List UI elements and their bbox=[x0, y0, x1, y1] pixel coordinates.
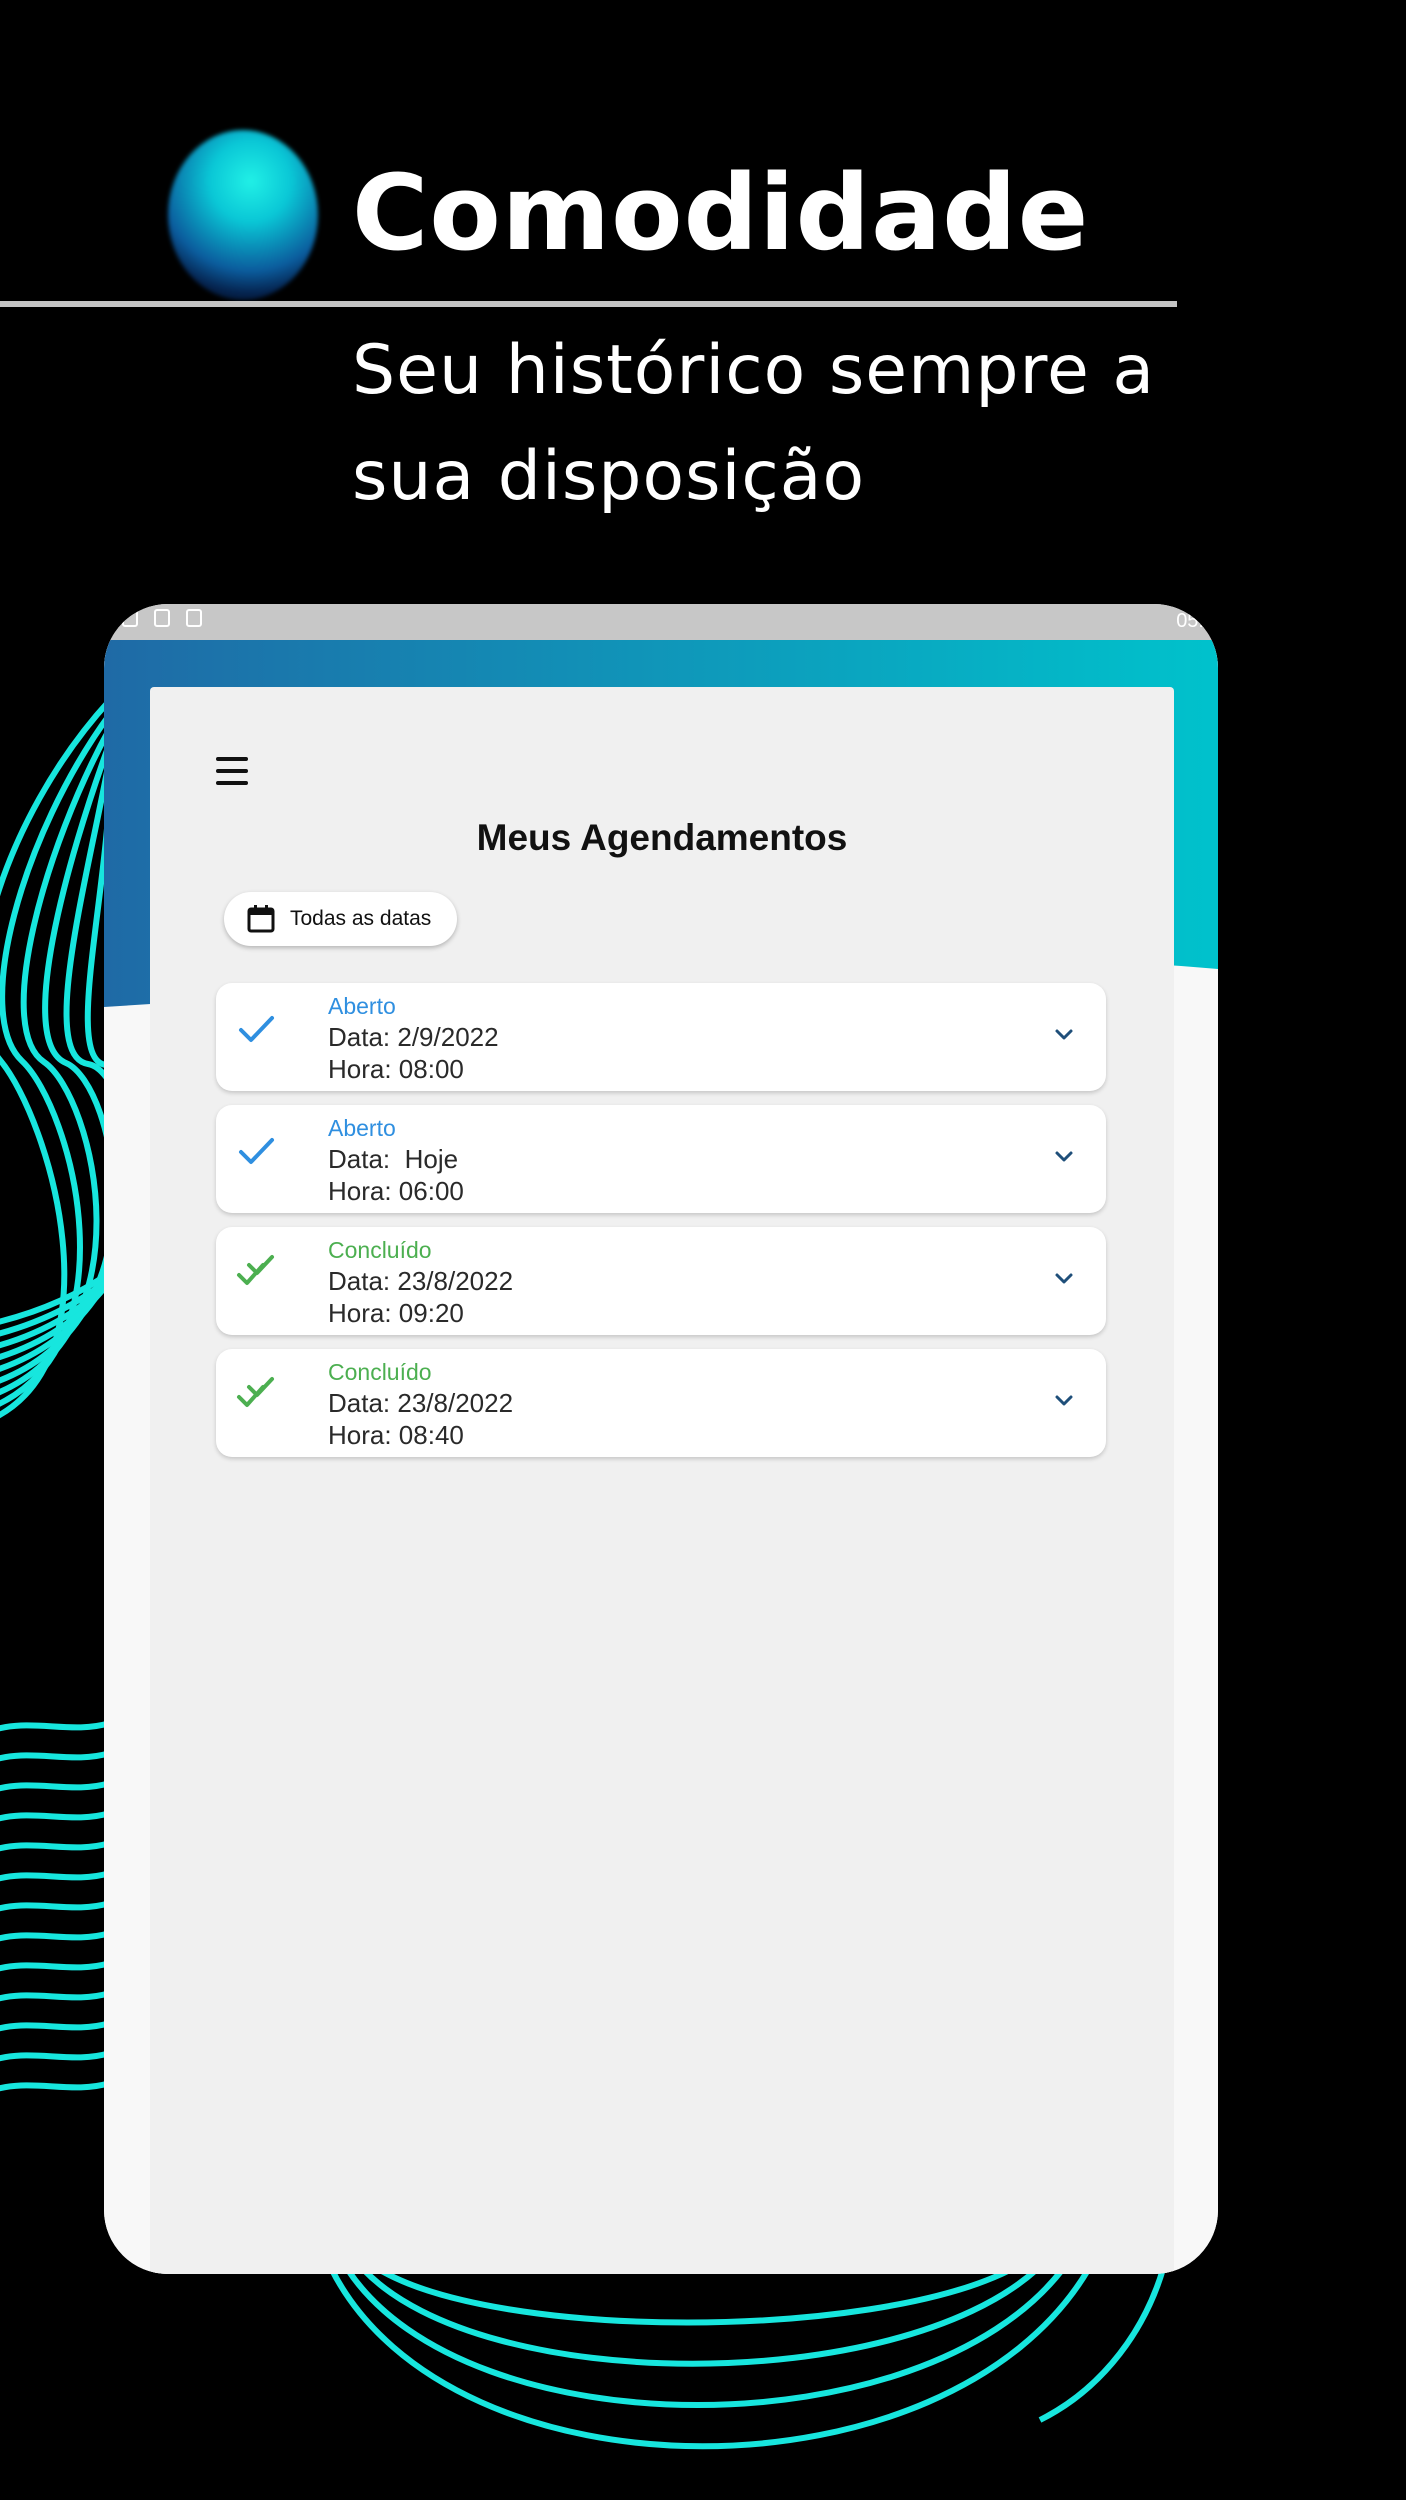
headline-divider bbox=[0, 301, 1177, 307]
appointment-card[interactable]: Concluído Data: 23/8/2022 Hora: 09:20 bbox=[216, 1227, 1106, 1335]
app-a-icon bbox=[186, 609, 202, 627]
wave-line bbox=[0, 1870, 111, 1882]
wave-line bbox=[0, 1720, 111, 1732]
chevron-down-icon[interactable] bbox=[1052, 1389, 1076, 1413]
appointment-time: Hora: 08:40 bbox=[328, 1420, 464, 1450]
double-check-icon bbox=[237, 1377, 274, 1407]
status-time: 05: bbox=[1176, 610, 1204, 632]
date-filter-button[interactable]: Todas as datas bbox=[224, 892, 458, 946]
wave-line bbox=[0, 1840, 111, 1852]
glowing-orb-logo bbox=[168, 130, 318, 300]
wave-line bbox=[0, 1930, 111, 1942]
appointment-status: Concluído bbox=[328, 1359, 432, 1385]
arc-line bbox=[378, 2267, 1012, 2326]
promo-subhead: Seu histórico sempre a sua disposição bbox=[352, 331, 1156, 516]
appointment-date: Data: 2/9/2022 bbox=[328, 1022, 499, 1052]
page-title: Meus Agendamentos bbox=[476, 817, 848, 858]
chevron-down-icon[interactable] bbox=[1052, 1145, 1076, 1169]
wave-line bbox=[0, 2080, 111, 2092]
arc-line bbox=[361, 2267, 1038, 2367]
appointment-date: Data: Hoje bbox=[328, 1144, 459, 1174]
wave-line bbox=[0, 1780, 111, 1792]
check-icon bbox=[239, 1138, 274, 1164]
calendar-icon bbox=[247, 905, 275, 933]
appointment-date: Data: 23/8/2022 bbox=[328, 1388, 514, 1418]
wave-line bbox=[0, 1810, 111, 1822]
status-bar: 05: bbox=[104, 604, 1218, 640]
hamburger-menu-icon[interactable] bbox=[216, 757, 250, 787]
appointment-time: Hora: 09:20 bbox=[328, 1298, 464, 1328]
appointments-list: Aberto Data: 2/9/2022 Hora: 08:00 Aberto… bbox=[216, 983, 1106, 1471]
wave-line bbox=[0, 1990, 111, 2002]
date-filter-label: Todas as datas bbox=[290, 907, 432, 930]
appointment-card[interactable]: Aberto Data: Hoje Hora: 06:00 bbox=[216, 1105, 1106, 1213]
app-screen: Meus Agendamentos Todas as datas Aberto … bbox=[150, 687, 1174, 2274]
chevron-down-icon[interactable] bbox=[1052, 1023, 1076, 1047]
appointment-status: Concluído bbox=[328, 1237, 432, 1263]
appointment-card[interactable]: Aberto Data: 2/9/2022 Hora: 08:00 bbox=[216, 983, 1106, 1091]
double-check-icon bbox=[237, 1255, 274, 1285]
appointment-time: Hora: 06:00 bbox=[328, 1176, 464, 1206]
tablet-device-frame: 05: Meus Agendamentos Todas as datas Abe… bbox=[104, 604, 1218, 2274]
wave-line bbox=[0, 2020, 111, 2032]
appointment-date: Data: 23/8/2022 bbox=[328, 1266, 514, 1296]
appointment-time: Hora: 08:00 bbox=[328, 1054, 464, 1084]
wave-line bbox=[0, 2050, 111, 2062]
wave-line bbox=[0, 1960, 111, 1972]
wave-line bbox=[0, 1900, 111, 1912]
game-controller-icon bbox=[154, 609, 170, 627]
promo-headline: Comodidade bbox=[352, 152, 1090, 274]
appointment-status: Aberto bbox=[328, 993, 396, 1019]
wave-line bbox=[0, 1750, 111, 1762]
appointment-card[interactable]: Concluído Data: 23/8/2022 Hora: 08:40 bbox=[216, 1349, 1106, 1457]
chevron-down-icon[interactable] bbox=[1052, 1267, 1076, 1291]
appointment-status: Aberto bbox=[328, 1115, 396, 1141]
notification-icon bbox=[122, 609, 138, 627]
check-icon bbox=[239, 1016, 274, 1042]
